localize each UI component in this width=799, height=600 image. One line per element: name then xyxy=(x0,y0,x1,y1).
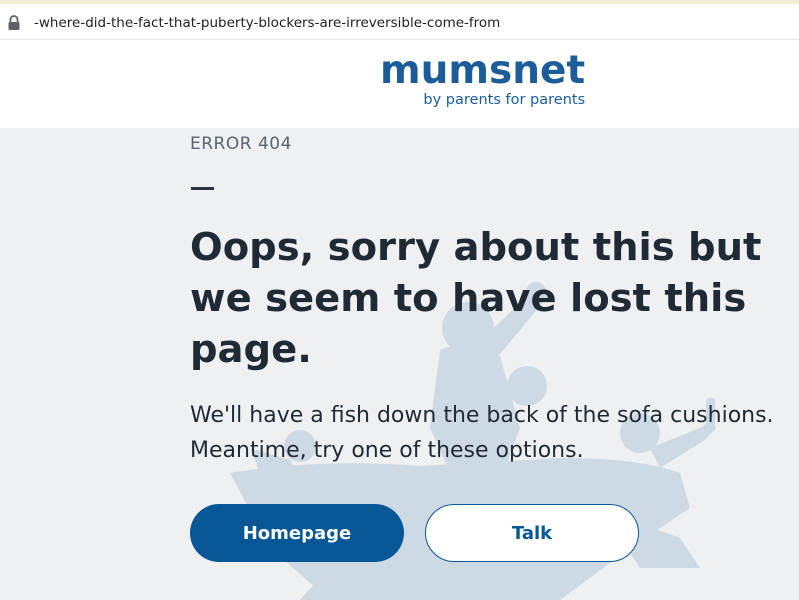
url-text[interactable]: -where-did-the-fact-that-puberty-blocker… xyxy=(34,15,500,31)
page-title: Oops, sorry about this but we seem to ha… xyxy=(190,225,762,372)
homepage-button[interactable]: Homepage xyxy=(190,504,404,562)
mumsnet-logo[interactable]: mumsnet by parents for parents xyxy=(380,48,586,109)
error-code: ERROR 404 xyxy=(190,134,292,154)
logo-wordmark: mumsnet xyxy=(380,48,586,93)
logo-tagline: by parents for parents xyxy=(423,92,586,108)
divider-dash xyxy=(191,187,214,190)
address-bar[interactable]: -where-did-the-fact-that-puberty-blocker… xyxy=(0,0,799,40)
lock-icon xyxy=(8,15,20,30)
site-header: mumsnet by parents for parents xyxy=(0,40,799,128)
talk-button[interactable]: Talk xyxy=(425,504,639,562)
error-content-area: ERROR 404 Oops, sorry about this but we … xyxy=(0,128,799,600)
error-message: We'll have a fish down the back of the s… xyxy=(190,403,774,463)
